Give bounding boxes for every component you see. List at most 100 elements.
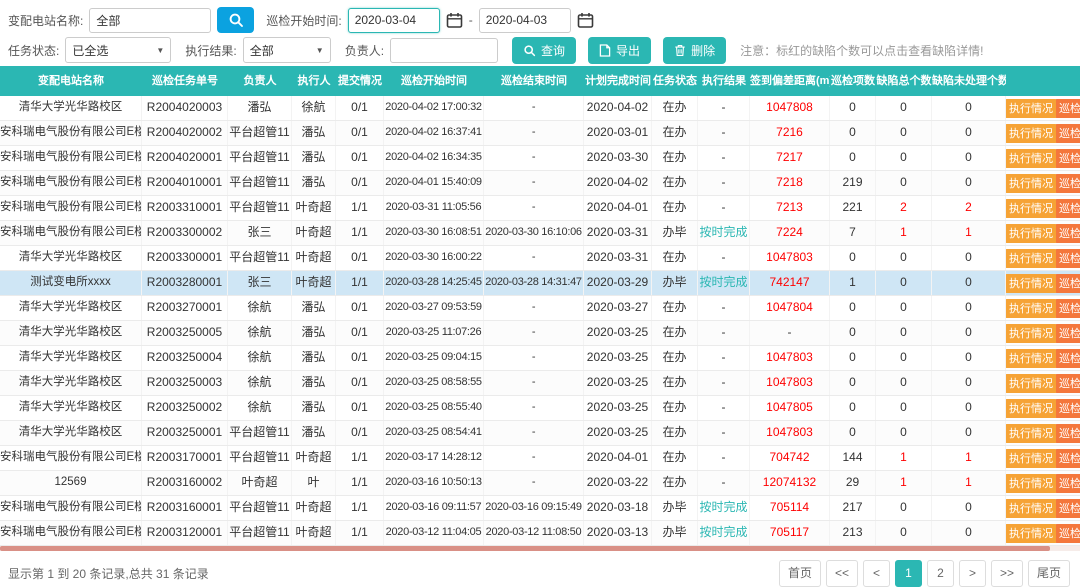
exec-result-select[interactable]: 全部 ▼ bbox=[243, 37, 331, 63]
patrol-detail-button[interactable]: 巡检明细 bbox=[1056, 174, 1080, 193]
cell-result: - bbox=[698, 121, 750, 145]
exec-status-button[interactable]: 执行情况 bbox=[1006, 499, 1056, 518]
date-to-input[interactable] bbox=[479, 8, 571, 33]
exec-status-button[interactable]: 执行情况 bbox=[1006, 99, 1056, 118]
patrol-detail-button[interactable]: 巡检明细 bbox=[1056, 249, 1080, 268]
exec-status-button[interactable]: 执行情况 bbox=[1006, 399, 1056, 418]
table-row[interactable]: 清华大学光华路校区R2003300001平台超管11叶奇超0/12020-03-… bbox=[0, 246, 1080, 271]
date-from-input[interactable] bbox=[348, 8, 440, 33]
query-button[interactable]: 查询 bbox=[512, 37, 576, 64]
patrol-detail-button[interactable]: 巡检明细 bbox=[1056, 224, 1080, 243]
patrol-detail-button[interactable]: 巡检明细 bbox=[1056, 349, 1080, 368]
exec-status-button[interactable]: 执行情况 bbox=[1006, 174, 1056, 193]
table-row[interactable]: 清华大学光华路校区R2003250002徐航潘弘0/12020-03-25 08… bbox=[0, 396, 1080, 421]
exec-status-button[interactable]: 执行情况 bbox=[1006, 224, 1056, 243]
exec-status-button[interactable]: 执行情况 bbox=[1006, 149, 1056, 168]
patrol-detail-button[interactable]: 巡检明细 bbox=[1056, 99, 1080, 118]
cell-defects_total[interactable]: 2 bbox=[876, 196, 932, 220]
exec-status-button[interactable]: 执行情况 bbox=[1006, 199, 1056, 218]
cell-end: - bbox=[484, 196, 584, 220]
table-row[interactable]: 安科瑞电气股份有限公司E楼R2004020002平台超管11潘弘0/12020-… bbox=[0, 121, 1080, 146]
page-button[interactable]: 1 bbox=[895, 560, 922, 587]
horizontal-scrollbar-thumb[interactable] bbox=[0, 546, 1050, 551]
export-button[interactable]: 导出 bbox=[588, 37, 651, 64]
horizontal-scrollbar-track[interactable] bbox=[0, 546, 1080, 551]
date-from-calendar-button[interactable] bbox=[446, 12, 463, 29]
cell-plan: 2020-03-25 bbox=[584, 421, 652, 445]
table-row[interactable]: 12569R2003160002叶奇超叶1/12020-03-16 10:50:… bbox=[0, 471, 1080, 496]
patrol-detail-button[interactable]: 巡检明细 bbox=[1056, 399, 1080, 418]
page-button[interactable]: < bbox=[863, 560, 890, 587]
table-row[interactable]: 安科瑞电气股份有限公司E楼R2004010001平台超管11潘弘0/12020-… bbox=[0, 171, 1080, 196]
exec-status-button[interactable]: 执行情况 bbox=[1006, 424, 1056, 443]
exec-status-button[interactable]: 执行情况 bbox=[1006, 374, 1056, 393]
table-row[interactable]: 清华大学光华路校区R2003250004徐航潘弘0/12020-03-25 09… bbox=[0, 346, 1080, 371]
cell-end: 2020-03-16 09:15:49 bbox=[484, 496, 584, 520]
patrol-detail-button[interactable]: 巡检明细 bbox=[1056, 474, 1080, 493]
cell-defects_open[interactable]: 1 bbox=[932, 471, 1006, 495]
calendar-icon bbox=[446, 12, 463, 29]
exec-status-button[interactable]: 执行情况 bbox=[1006, 249, 1056, 268]
patrol-detail-button[interactable]: 巡检明细 bbox=[1056, 299, 1080, 318]
cell-defects_open[interactable]: 1 bbox=[932, 221, 1006, 245]
table-row[interactable]: 安科瑞电气股份有限公司E楼R2004020001平台超管11潘弘0/12020-… bbox=[0, 146, 1080, 171]
owner-input[interactable] bbox=[390, 38, 498, 63]
exec-status-button[interactable]: 执行情况 bbox=[1006, 449, 1056, 468]
cell-defects_total: 0 bbox=[876, 96, 932, 120]
exec-result-label: 执行结果: bbox=[185, 42, 236, 59]
task-status-select[interactable]: 已全选 ▼ bbox=[65, 37, 171, 63]
page-button[interactable]: 首页 bbox=[779, 560, 821, 587]
delete-button[interactable]: 删除 bbox=[663, 37, 726, 64]
patrol-detail-button[interactable]: 巡检明细 bbox=[1056, 274, 1080, 293]
exec-status-button[interactable]: 执行情况 bbox=[1006, 349, 1056, 368]
table-row[interactable]: 安科瑞电气股份有限公司E楼R2003170001平台超管11叶奇超1/12020… bbox=[0, 446, 1080, 471]
column-header: 签到偏差距离(m) bbox=[750, 66, 830, 96]
exec-status-button[interactable]: 执行情况 bbox=[1006, 299, 1056, 318]
cell-defects_total[interactable]: 1 bbox=[876, 471, 932, 495]
patrol-detail-button[interactable]: 巡检明细 bbox=[1056, 149, 1080, 168]
table-row[interactable]: 清华大学光华路校区R2003270001徐航潘弘0/12020-03-27 09… bbox=[0, 296, 1080, 321]
table-row[interactable]: 测试变电所xxxxR2003280001张三叶奇超1/12020-03-28 1… bbox=[0, 271, 1080, 296]
table-row[interactable]: 安科瑞电气股份有限公司E楼R2003160001平台超管11叶奇超1/12020… bbox=[0, 496, 1080, 521]
patrol-detail-button[interactable]: 巡检明细 bbox=[1056, 524, 1080, 543]
date-to-calendar-button[interactable] bbox=[577, 12, 594, 29]
patrol-detail-button[interactable]: 巡检明细 bbox=[1056, 324, 1080, 343]
cell-defects_total[interactable]: 1 bbox=[876, 221, 932, 245]
station-name-input[interactable] bbox=[89, 8, 211, 33]
exec-status-button[interactable]: 执行情况 bbox=[1006, 324, 1056, 343]
cell-defects_open[interactable]: 1 bbox=[932, 446, 1006, 470]
cell-items: 0 bbox=[830, 246, 876, 270]
table-row[interactable]: 清华大学光华路校区R2003250005徐航潘弘0/12020-03-25 11… bbox=[0, 321, 1080, 346]
page-button[interactable]: 2 bbox=[927, 560, 954, 587]
patrol-detail-button[interactable]: 巡检明细 bbox=[1056, 449, 1080, 468]
page-button[interactable]: << bbox=[826, 560, 858, 587]
page-button[interactable]: > bbox=[959, 560, 986, 587]
cell-station: 清华大学光华路校区 bbox=[0, 396, 142, 420]
cell-defects_open[interactable]: 2 bbox=[932, 196, 1006, 220]
station-search-button[interactable] bbox=[217, 7, 254, 33]
column-header: 执行结果 bbox=[698, 66, 750, 96]
page-button[interactable]: 尾页 bbox=[1028, 560, 1070, 587]
patrol-detail-button[interactable]: 巡检明细 bbox=[1056, 124, 1080, 143]
table-row[interactable]: 安科瑞电气股份有限公司E楼R2003300002张三叶奇超1/12020-03-… bbox=[0, 221, 1080, 246]
table-row[interactable]: 清华大学光华路校区R2004020003潘弘徐航0/12020-04-02 17… bbox=[0, 96, 1080, 121]
table-row[interactable]: 安科瑞电气股份有限公司E楼R2003310001平台超管11叶奇超1/12020… bbox=[0, 196, 1080, 221]
table-row[interactable]: 清华大学光华路校区R2003250001平台超管11潘弘0/12020-03-2… bbox=[0, 421, 1080, 446]
patrol-detail-button[interactable]: 巡检明细 bbox=[1056, 424, 1080, 443]
patrol-detail-button[interactable]: 巡检明细 bbox=[1056, 199, 1080, 218]
table-row[interactable]: 清华大学光华路校区R2003250003徐航潘弘0/12020-03-25 08… bbox=[0, 371, 1080, 396]
exec-status-button[interactable]: 执行情况 bbox=[1006, 474, 1056, 493]
cell-defects_total[interactable]: 1 bbox=[876, 446, 932, 470]
patrol-detail-button[interactable]: 巡检明细 bbox=[1056, 374, 1080, 393]
cell-defects_total: 0 bbox=[876, 371, 932, 395]
exec-status-button[interactable]: 执行情况 bbox=[1006, 274, 1056, 293]
table-row[interactable]: 安科瑞电气股份有限公司E楼R2003120001平台超管11叶奇超1/12020… bbox=[0, 521, 1080, 546]
cell-status: 办毕 bbox=[652, 271, 698, 295]
exec-status-button[interactable]: 执行情况 bbox=[1006, 524, 1056, 543]
page-button[interactable]: >> bbox=[991, 560, 1023, 587]
patrol-detail-button[interactable]: 巡检明细 bbox=[1056, 499, 1080, 518]
cell-exec-action: 执行情况 bbox=[1006, 296, 1056, 320]
exec-status-button[interactable]: 执行情况 bbox=[1006, 124, 1056, 143]
patrol-start-time-label: 巡检开始时间: bbox=[266, 12, 341, 29]
cell-detail-action: 巡检明细 bbox=[1056, 321, 1080, 345]
